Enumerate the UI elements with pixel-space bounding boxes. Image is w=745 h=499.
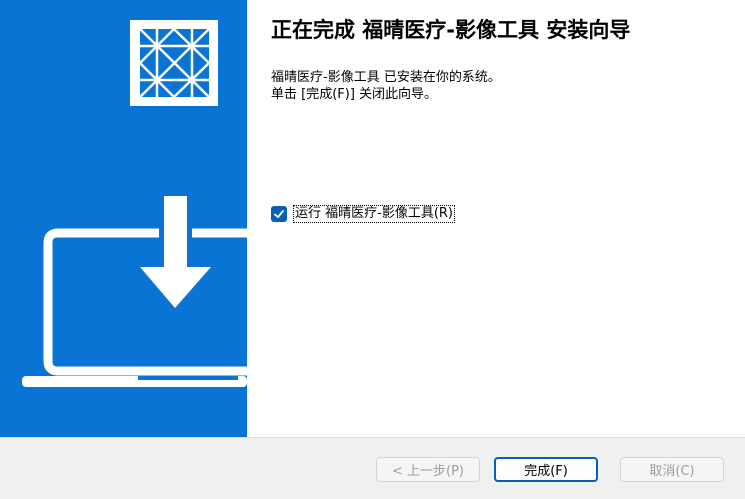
content-area: 正在完成 福晴医疗-影像工具 安装向导 福晴医疗-影像工具 已安装在你的系统。 … [271,18,726,103]
description: 福晴医疗-影像工具 已安装在你的系统。 单击 [完成(F)] 关闭此向导。 [271,69,726,103]
run-app-label[interactable]: 运行 福晴医疗-影像工具(R) [293,205,455,223]
run-app-option[interactable]: 运行 福晴医疗-影像工具(R) [271,204,455,224]
laptop-icon [22,228,247,387]
page-title: 正在完成 福晴医疗-影像工具 安装向导 [271,18,631,42]
run-app-checkbox[interactable] [271,206,287,222]
check-icon [274,210,284,219]
back-button[interactable]: < 上一步(P) [376,457,480,482]
installer-window: 正在完成 福晴医疗-影像工具 安装向导 福晴医疗-影像工具 已安装在你的系统。 … [0,0,745,499]
button-bar: < 上一步(P) 完成(F) 取消(C) [0,437,745,499]
banner-artwork [22,20,247,387]
description-line-1: 福晴医疗-影像工具 已安装在你的系统。 [271,70,501,85]
installer-banner [0,0,247,437]
finish-button[interactable]: 完成(F) [494,457,598,482]
cancel-button[interactable]: 取消(C) [620,457,724,482]
download-arrow-icon [140,196,211,308]
installer-logo-icon [130,20,218,106]
description-line-2: 单击 [完成(F)] 关闭此向导。 [271,87,438,102]
